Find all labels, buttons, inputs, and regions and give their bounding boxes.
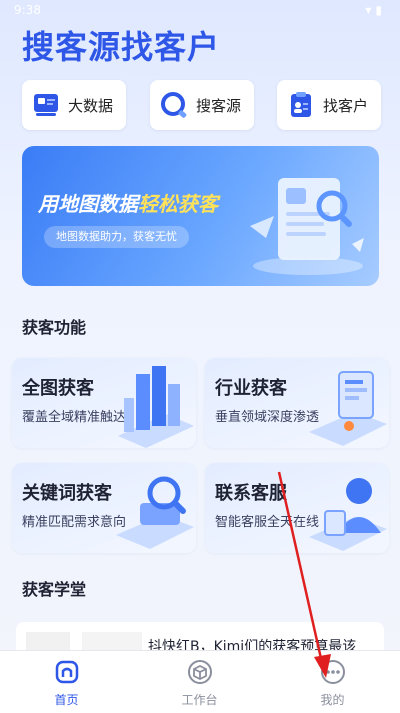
quick-action-label: 搜客源 [196, 97, 242, 115]
search-customer-icon [161, 92, 187, 118]
more-dots-icon [321, 660, 345, 684]
battery-icon: ▮ [375, 3, 386, 17]
features-section-title: 获客功能 [22, 318, 87, 337]
status-time: 9:38 [14, 3, 41, 17]
quick-action-label: 找客户 [323, 97, 369, 115]
industry-dashboard-icon [309, 371, 387, 446]
banner-headline-main: 用地图数据 [38, 192, 138, 216]
cube-icon [188, 660, 212, 684]
tab-label: 首页 [54, 693, 79, 707]
feature-card-title: 联系客服 [215, 483, 287, 504]
promo-banner[interactable]: 用地图数据轻松获客 地图数据助力，获客无忧 [22, 146, 379, 286]
feature-card-title: 全图获客 [22, 378, 94, 399]
home-icon [55, 660, 79, 684]
feature-card-title: 行业获客 [215, 378, 287, 399]
bottom-tab-bar: 首页 工作台 我的 [0, 650, 400, 713]
quick-action-label: 大数据 [68, 97, 114, 115]
banner-tagline: 地图数据助力，获客无忧 [44, 226, 189, 248]
tab-profile[interactable]: 我的 [266, 651, 399, 713]
customer-service-icon [309, 478, 387, 551]
document-illustration-icon [250, 178, 364, 275]
feature-card-full-map[interactable]: 全图获客 覆盖全域精准触达 [12, 358, 196, 448]
feature-card-keyword[interactable]: 关键词获客 精准匹配需求意向 [12, 463, 196, 553]
feature-card-customer-service[interactable]: 联系客服 智能客服全天在线 [205, 463, 389, 553]
quick-action-search-customer[interactable]: 搜客源 [150, 80, 254, 130]
system-icons: ▾▮ [365, 3, 386, 17]
tab-workbench[interactable]: 工作台 [133, 651, 266, 713]
feature-card-title: 关键词获客 [22, 483, 112, 504]
wifi-icon: ▾ [365, 3, 376, 17]
find-customer-icon [291, 92, 311, 117]
academy-section-title: 获客学堂 [22, 580, 87, 599]
banner-headline-highlight: 轻松获客 [138, 192, 218, 216]
quick-action-find-customer[interactable]: 找客户 [277, 80, 381, 130]
keyword-search-icon [116, 476, 194, 549]
big-data-icon [34, 94, 58, 116]
quick-action-big-data[interactable]: 大数据 [22, 80, 126, 130]
app-title: 搜客源找客户 [22, 28, 221, 66]
tab-label: 工作台 [181, 693, 218, 707]
tab-label: 我的 [320, 693, 345, 707]
city-buildings-icon [118, 366, 194, 448]
feature-card-industry[interactable]: 行业获客 垂直领域深度渗透 [205, 358, 389, 448]
banner-headline: 用地图数据轻松获客 [38, 188, 218, 217]
status-bar: 9:38 ▾▮ [0, 0, 400, 22]
tab-home[interactable]: 首页 [0, 651, 133, 713]
